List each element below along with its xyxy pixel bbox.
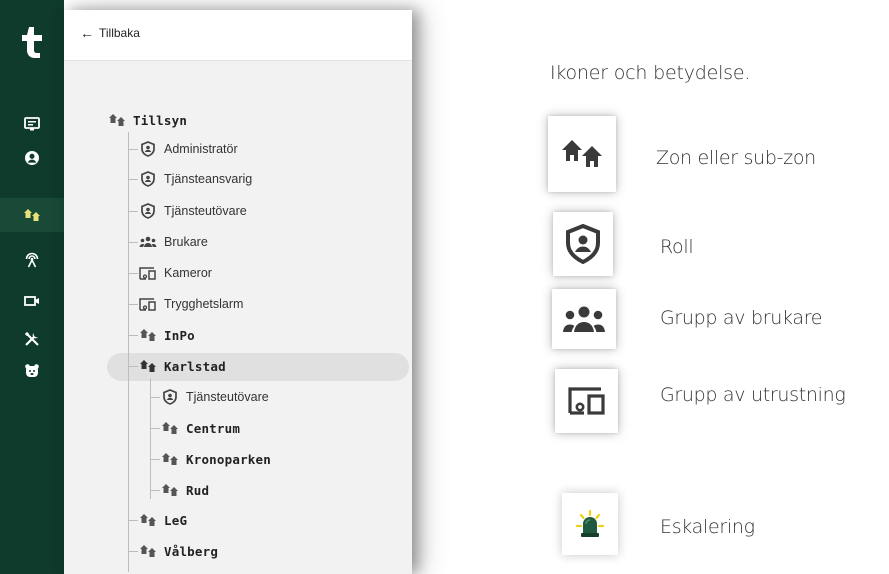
zone-icon xyxy=(161,451,179,467)
legend-role-icon-box xyxy=(553,212,613,276)
app-rail xyxy=(0,0,64,574)
tree-node-root[interactable]: Tillsyn xyxy=(108,109,187,131)
legend-equipment-icon-box xyxy=(555,369,618,433)
legend-label-role: Roll xyxy=(660,236,694,258)
tree-node-equipment[interactable]: Kameror xyxy=(139,262,212,284)
role-shield-icon xyxy=(161,389,179,405)
legend-label-equipment: Grupp av utrustning xyxy=(660,384,846,406)
tree-node-zone[interactable]: Vålberg xyxy=(139,540,218,562)
zone-icon[interactable] xyxy=(0,198,64,232)
role-shield-icon xyxy=(139,203,157,219)
zone-icon xyxy=(139,543,157,559)
tree-node-zone-selected[interactable]: Karlstad xyxy=(139,355,226,377)
monitor-icon[interactable] xyxy=(0,107,64,141)
role-shield-icon xyxy=(566,224,600,264)
role-shield-icon xyxy=(139,171,157,187)
legend-zone-icon-box xyxy=(548,116,616,192)
equipment-icon xyxy=(139,296,157,312)
zone-tree: Tillsyn Administratör Tjänsteansvarig Tj… xyxy=(64,10,412,574)
group-icon xyxy=(563,306,605,332)
zone-icon xyxy=(139,358,157,374)
zone-icon xyxy=(161,482,179,498)
equipment-icon xyxy=(139,265,157,281)
legend-label-zone: Zon eller sub-zon xyxy=(656,147,816,169)
zone-icon xyxy=(139,512,157,528)
equipment-icon xyxy=(567,387,605,415)
group-icon xyxy=(139,234,157,250)
legend-escalation-icon-box xyxy=(562,493,618,555)
legend-group-icon-box xyxy=(552,289,616,349)
tree-node-zone[interactable]: InPo xyxy=(139,324,195,346)
tree-node-role[interactable]: Tjänsteutövare xyxy=(161,386,269,408)
tree-node-group[interactable]: Brukare xyxy=(139,231,208,253)
role-shield-icon xyxy=(139,141,157,157)
tree-node-zone[interactable]: LeG xyxy=(139,509,187,531)
tree-node-role[interactable]: Tjänsteansvarig xyxy=(139,168,252,190)
camera-icon[interactable] xyxy=(0,284,64,318)
tree-node-role[interactable]: Tjänsteutövare xyxy=(139,200,247,222)
tree-node-role[interactable]: Administratör xyxy=(139,138,238,160)
zone-icon xyxy=(139,327,157,343)
signal-icon[interactable] xyxy=(0,242,64,276)
legend-title: Ikoner och betydelse. xyxy=(550,62,751,84)
bear-icon[interactable] xyxy=(0,354,64,388)
legend-label-escalation: Eskalering xyxy=(660,516,755,538)
legend-label-group: Grupp av brukare xyxy=(660,307,823,329)
zone-icon xyxy=(161,420,179,436)
zone-icon xyxy=(562,140,602,167)
zone-icon xyxy=(108,112,126,128)
tree-node-zone[interactable]: Centrum xyxy=(161,417,240,439)
tree-node-zone[interactable]: Rud xyxy=(161,479,209,501)
user-icon[interactable] xyxy=(0,141,64,175)
escalation-icon xyxy=(575,509,605,537)
tree-node-equipment[interactable]: Trygghetslarm xyxy=(139,293,243,315)
tree-node-zone[interactable]: Kronoparken xyxy=(161,448,271,470)
logo-icon[interactable] xyxy=(0,22,64,62)
tools-icon[interactable] xyxy=(0,322,64,356)
zone-tree-panel: ← Tillbaka Tillsyn Administratör Tjänste… xyxy=(64,10,412,574)
